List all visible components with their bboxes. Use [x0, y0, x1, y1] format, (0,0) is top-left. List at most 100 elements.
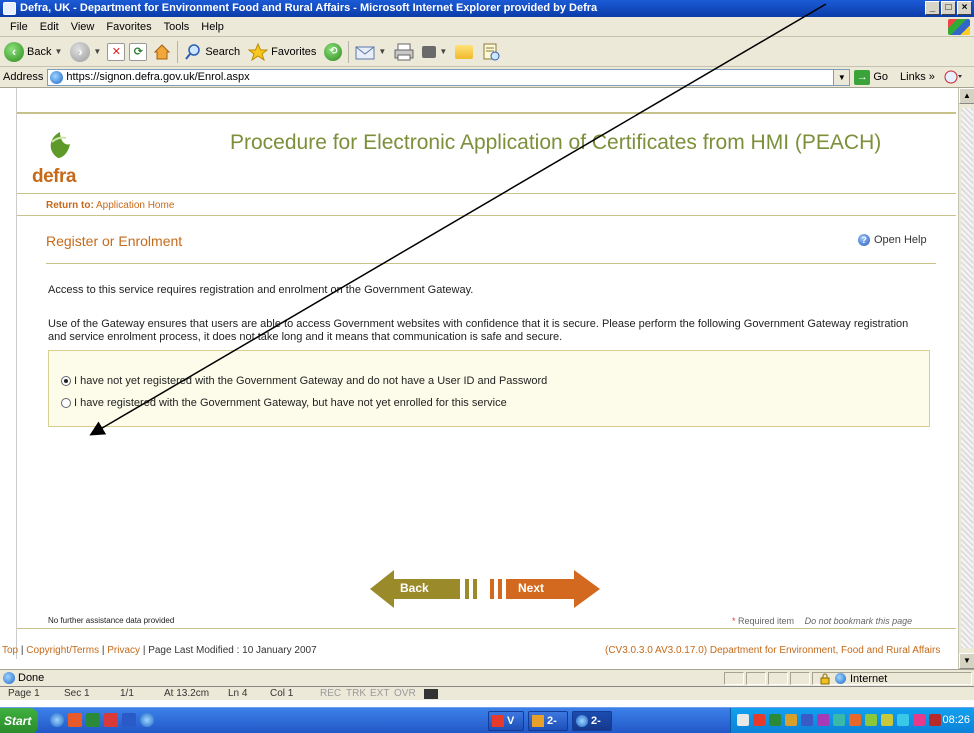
quicklaunch-pdf-icon[interactable] [104, 713, 118, 727]
menu-file[interactable]: File [4, 21, 34, 33]
links-toolbar-icon[interactable] [943, 69, 963, 85]
forward-button[interactable]: › ▼ [68, 40, 103, 64]
done-page-icon [3, 672, 15, 684]
option-registered[interactable]: I have registered with the Government Ga… [61, 397, 507, 409]
quicklaunch-word-icon[interactable] [122, 713, 136, 727]
back-arrow-icon: ‹ [4, 41, 24, 62]
address-input[interactable]: https://signon.defra.gov.uk/Enrol.aspx ▼ [47, 68, 851, 86]
links-button[interactable]: Links » [900, 71, 935, 83]
tray-icon[interactable] [913, 714, 925, 726]
go-button[interactable]: → Go [854, 69, 888, 85]
scroll-track[interactable] [961, 108, 973, 648]
folder-button[interactable] [453, 40, 475, 64]
refresh-icon[interactable]: ⟳ [129, 42, 148, 61]
search-label: Search [205, 45, 241, 58]
back-button[interactable]: ‹ Back ▼ [2, 40, 64, 64]
tray-icon[interactable] [833, 714, 845, 726]
favorites-star-icon [248, 42, 269, 61]
tray-icon[interactable] [737, 714, 749, 726]
tray-icon[interactable] [865, 714, 877, 726]
word-trk[interactable]: TRK [346, 688, 370, 699]
search-button[interactable]: Search [182, 40, 242, 64]
mail-dropdown-icon[interactable]: ▼ [378, 47, 386, 56]
application-home-link[interactable]: Application Home [96, 200, 174, 211]
menu-help[interactable]: Help [195, 21, 230, 33]
edit-dropdown-icon[interactable]: ▼ [439, 47, 447, 56]
menu-view[interactable]: View [65, 21, 101, 33]
tray-icon[interactable] [897, 714, 909, 726]
next-arrow-shape [490, 570, 600, 608]
window-titlebar: Defra, UK - Department for Environment F… [0, 0, 974, 17]
clock[interactable]: 08:26 [942, 714, 970, 726]
navigation-buttons: Back Next [370, 570, 600, 608]
next-page-label: Next [518, 581, 545, 595]
next-page-button[interactable]: Next [490, 570, 600, 608]
menu-favorites[interactable]: Favorites [100, 21, 157, 33]
word-rec[interactable]: REC [320, 688, 346, 699]
home-button[interactable] [151, 40, 173, 64]
no-bookmark-text: Do not bookmark this page [804, 616, 913, 626]
scroll-down-icon[interactable]: ▼ [959, 653, 974, 669]
maximize-button[interactable]: □ [941, 1, 956, 15]
task-icon [532, 715, 544, 727]
defra-logo[interactable]: defra [32, 166, 76, 188]
word-page: Page 1 [8, 688, 40, 699]
taskbar-app-2[interactable]: 2- [528, 711, 568, 731]
menu-tools[interactable]: Tools [158, 21, 196, 33]
vertical-scrollbar[interactable]: ▲ ▼ [958, 88, 974, 669]
taskbar-app-3[interactable]: 2- [572, 711, 612, 731]
option-not-registered[interactable]: I have not yet registered with the Gover… [61, 375, 547, 387]
minimize-button[interactable]: _ [925, 1, 940, 15]
site-title: Procedure for Electronic Application of … [230, 131, 882, 154]
word-at: At 13.2cm [164, 688, 210, 699]
tray-icon[interactable] [881, 714, 893, 726]
tray-icon[interactable] [849, 714, 861, 726]
start-button[interactable]: Start [0, 708, 38, 733]
tray-icon[interactable] [753, 714, 765, 726]
menu-edit[interactable]: Edit [34, 21, 65, 33]
radio-not-registered[interactable] [61, 376, 71, 386]
last-modified: Page Last Modified : 10 January 2007 [148, 645, 317, 656]
privacy-link[interactable]: Privacy [107, 645, 140, 656]
stop-icon[interactable]: ✕ [107, 42, 126, 61]
word-ext[interactable]: EXT [370, 688, 394, 699]
quicklaunch-browser-icon[interactable] [140, 713, 154, 727]
tray-icon[interactable] [801, 714, 813, 726]
toolbar-separator [177, 40, 179, 63]
research-button[interactable] [479, 40, 503, 64]
taskbar-app-1[interactable]: V [488, 711, 524, 731]
radio-registered[interactable] [61, 398, 71, 408]
status-bar: Done Internet [0, 669, 974, 686]
mail-button[interactable]: ▼ [353, 40, 388, 64]
close-button[interactable]: × [957, 1, 972, 15]
task-icon [576, 715, 588, 727]
word-col: Col 1 [270, 688, 294, 699]
print-button[interactable] [392, 40, 416, 64]
page-footer: Top | Copyright/Terms | Privacy | Page L… [2, 645, 941, 656]
home-icon [154, 43, 171, 59]
quicklaunch-opera-icon[interactable] [68, 713, 82, 727]
history-button[interactable]: ⟲ [322, 40, 344, 64]
open-help-link[interactable]: ? Open Help [858, 234, 927, 246]
status-text: Done [18, 672, 45, 684]
address-dropdown-icon[interactable]: ▼ [833, 69, 850, 85]
address-label: Address [3, 71, 44, 83]
quicklaunch-excel-icon[interactable] [86, 713, 100, 727]
task-icon [492, 715, 504, 727]
tray-icon[interactable] [817, 714, 829, 726]
word-ovr[interactable]: OVR [394, 688, 424, 699]
tray-icon[interactable] [785, 714, 797, 726]
forward-dropdown-icon[interactable]: ▼ [93, 47, 101, 56]
top-link[interactable]: Top [2, 645, 18, 656]
back-dropdown-icon[interactable]: ▼ [54, 47, 62, 56]
help-icon: ? [858, 234, 870, 246]
scroll-up-icon[interactable]: ▲ [959, 88, 974, 104]
quicklaunch-ie-icon[interactable] [50, 713, 64, 727]
tray-icon[interactable] [929, 714, 941, 726]
back-page-button[interactable]: Back [370, 570, 480, 608]
tray-icon[interactable] [769, 714, 781, 726]
favorites-button[interactable]: Favorites [246, 40, 318, 64]
copyright-link[interactable]: Copyright/Terms [26, 645, 99, 656]
edit-button[interactable]: ▼ [420, 40, 449, 64]
toolbar-separator [348, 40, 350, 63]
